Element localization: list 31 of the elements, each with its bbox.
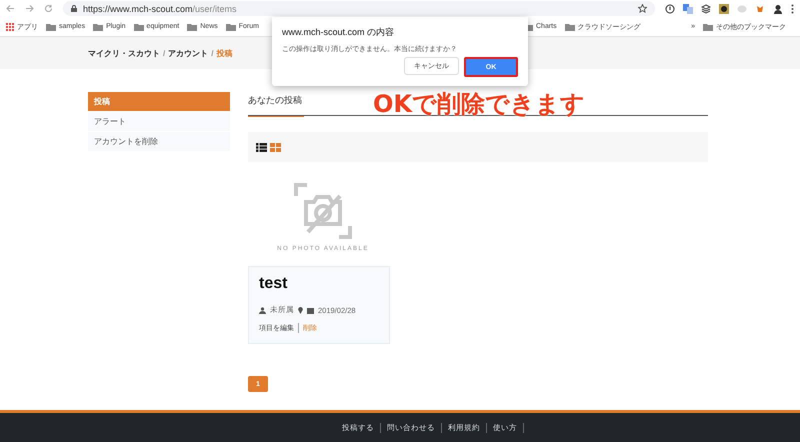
calendar-icon: [307, 306, 314, 314]
folder-icon: [226, 22, 236, 30]
user-icon: [259, 306, 266, 314]
stack-icon[interactable]: [701, 4, 711, 14]
lock-icon: [71, 5, 77, 12]
address-bar[interactable]: https://www.mch-scout.com/user/items: [63, 1, 655, 16]
profile-avatar-icon[interactable]: [773, 4, 783, 14]
breadcrumb-separator: /: [163, 48, 166, 58]
dialog-title: www.mch-scout.com の内容: [282, 26, 396, 39]
pin-icon: [298, 306, 303, 314]
breadcrumb-link[interactable]: マイクリ・スカウト: [88, 48, 160, 58]
sidebar-item[interactable]: アラート: [88, 112, 230, 132]
translate-icon[interactable]: [683, 4, 693, 14]
extension-icon[interactable]: [719, 4, 729, 14]
folder-icon: [134, 22, 144, 30]
folder-icon: [46, 22, 56, 30]
folder-icon: [564, 22, 575, 30]
breadcrumb-separator: /: [211, 48, 214, 58]
folder-icon: [187, 22, 198, 30]
folder-icon: [703, 22, 713, 30]
menu-icon[interactable]: [791, 4, 794, 14]
star-icon[interactable]: [638, 4, 647, 13]
apps-grid-icon: [6, 22, 14, 30]
annotation-text: OKで削除できます: [373, 89, 585, 120]
folder-icon: [93, 22, 104, 30]
no-photo-camera-icon: [294, 182, 352, 240]
sidebar-item[interactable]: アカウントを削除: [88, 132, 230, 152]
breadcrumb-link[interactable]: アカウント: [168, 48, 208, 58]
extension-icon[interactable]: [665, 4, 675, 14]
list-view-button[interactable]: [256, 142, 267, 152]
item-title: test: [259, 275, 288, 293]
